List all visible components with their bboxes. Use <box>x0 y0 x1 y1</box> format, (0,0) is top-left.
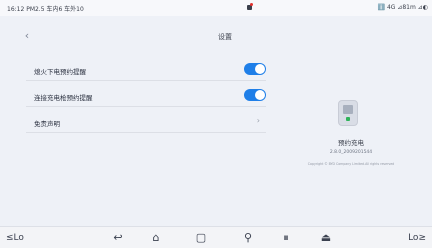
setting-row-disclaimer[interactable]: 免责声明 › <box>26 111 266 133</box>
power-off-reminder-toggle[interactable] <box>244 63 266 75</box>
status-bar-info: 16:12 PM2.5 车内6 车外10 <box>7 6 84 13</box>
home-nav-button[interactable]: ⌂ <box>148 230 164 246</box>
seat-button[interactable]: ⏏ <box>318 230 334 246</box>
bottom-navbar: ≤Lo ↩ ⌂ ▢ ⚲ ⏸ ⏏ Lo≥ <box>0 226 432 248</box>
toggle-knob <box>255 64 265 74</box>
settings-panel: ‹ 设置 熄火下电预约提醒 连接充电枪预约提醒 免责声明 › <box>8 16 270 226</box>
copyright-text: Copyright © BYD Company Limited.All righ… <box>307 162 395 166</box>
vehicle-button[interactable]: ⚲ <box>240 230 256 246</box>
left-temperature-label: Lo <box>13 233 24 243</box>
app-info-panel: 预约充电 2.8.0_2009201544 Copyright © BYD Co… <box>270 16 432 226</box>
page-title: 设置 <box>218 33 232 41</box>
app-version: 2.8.0_2009201544 <box>329 150 373 155</box>
temperature-up-icon: ≥ <box>418 233 426 243</box>
seat-icon: ⏏ <box>320 231 332 244</box>
climate-icon: ⏸ <box>283 231 289 244</box>
setting-label: 免责声明 <box>34 120 60 128</box>
charging-station-icon <box>338 100 358 126</box>
toggle-knob <box>255 90 265 100</box>
back-button[interactable]: ‹ <box>20 29 34 43</box>
left-temperature-control[interactable]: ≤Lo <box>6 230 46 246</box>
chevron-right-icon: › <box>256 116 260 125</box>
recent-apps-button[interactable]: ▢ <box>193 230 209 246</box>
recent-apps-icon: ▢ <box>195 231 207 244</box>
back-nav-button[interactable]: ↩ <box>110 230 126 246</box>
right-temperature-control[interactable]: Lo≥ <box>386 230 426 246</box>
setting-row-power-off-reminder[interactable]: 熄火下电预约提醒 <box>26 59 266 81</box>
setting-row-charger-reminder[interactable]: 连接充电枪预约提醒 <box>26 85 266 107</box>
back-icon: ↩ <box>113 231 123 244</box>
climate-button[interactable]: ⏸ <box>278 230 294 246</box>
charger-reminder-toggle[interactable] <box>244 89 266 101</box>
charging-plug-icon <box>246 3 253 11</box>
app-name: 预约充电 <box>338 139 364 147</box>
setting-label: 连接充电枪预约提醒 <box>34 94 93 102</box>
setting-label: 熄火下电预约提醒 <box>34 68 86 76</box>
status-bar: 16:12 PM2.5 车内6 车外10 ℹ️ 4G ⊿81m ⊿◐ <box>0 0 432 16</box>
main-content: ‹ 设置 熄火下电预约提醒 连接充电枪预约提醒 免责声明 › 预约充电 2.8.… <box>0 16 432 226</box>
status-bar-signal: ℹ️ 4G ⊿81m ⊿◐ <box>377 4 428 11</box>
temperature-down-icon: ≤ <box>6 233 14 243</box>
chevron-left-icon: ‹ <box>24 29 30 42</box>
home-icon: ⌂ <box>152 231 160 244</box>
right-temperature-label: Lo <box>408 233 419 243</box>
vehicle-icon: ⚲ <box>243 231 253 244</box>
